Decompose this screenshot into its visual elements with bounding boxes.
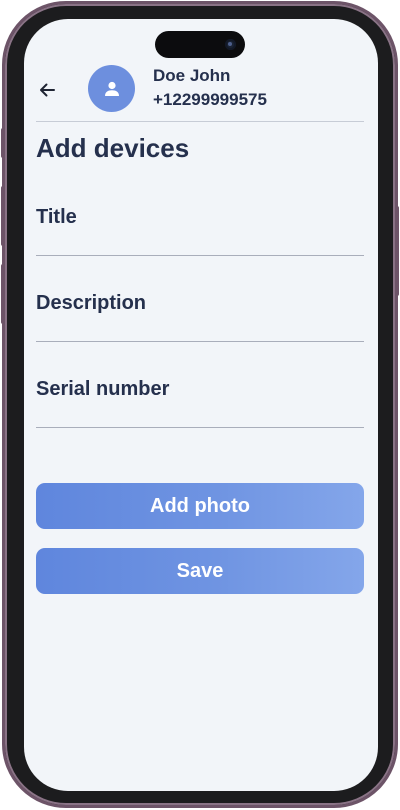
person-icon bbox=[104, 81, 119, 96]
dynamic-island bbox=[155, 31, 245, 58]
phone-volume-down-button bbox=[1, 264, 5, 324]
app-screen: Doe John +12299999575 Add devices Title … bbox=[24, 19, 378, 791]
serial-number-field-label: Serial number bbox=[36, 378, 170, 400]
phone-action-button bbox=[1, 128, 5, 158]
app-header: Doe John +12299999575 bbox=[24, 63, 378, 121]
serial-number-field: Serial number bbox=[36, 378, 364, 428]
arrow-left-icon bbox=[40, 83, 55, 97]
save-button[interactable]: Save bbox=[36, 548, 364, 594]
front-camera-icon bbox=[225, 39, 236, 50]
back-button[interactable] bbox=[34, 77, 60, 103]
page-title: Add devices bbox=[36, 133, 190, 163]
phone-power-button bbox=[395, 206, 399, 296]
description-field-underline bbox=[36, 341, 364, 342]
title-field-underline bbox=[36, 255, 364, 256]
avatar[interactable] bbox=[88, 65, 135, 112]
title-field: Title bbox=[36, 206, 364, 256]
header-divider bbox=[36, 121, 364, 122]
user-phone: +12299999575 bbox=[153, 90, 267, 109]
title-input[interactable] bbox=[36, 234, 364, 256]
description-field: Description bbox=[36, 292, 364, 342]
description-field-label: Description bbox=[36, 292, 147, 314]
serial-number-field-underline bbox=[36, 427, 364, 428]
phone-volume-up-button bbox=[1, 186, 5, 246]
title-field-label: Title bbox=[36, 206, 77, 228]
user-name: Doe John bbox=[153, 66, 231, 85]
serial-number-input[interactable] bbox=[36, 406, 364, 428]
add-photo-button[interactable]: Add photo bbox=[36, 483, 364, 529]
description-input[interactable] bbox=[36, 320, 364, 342]
